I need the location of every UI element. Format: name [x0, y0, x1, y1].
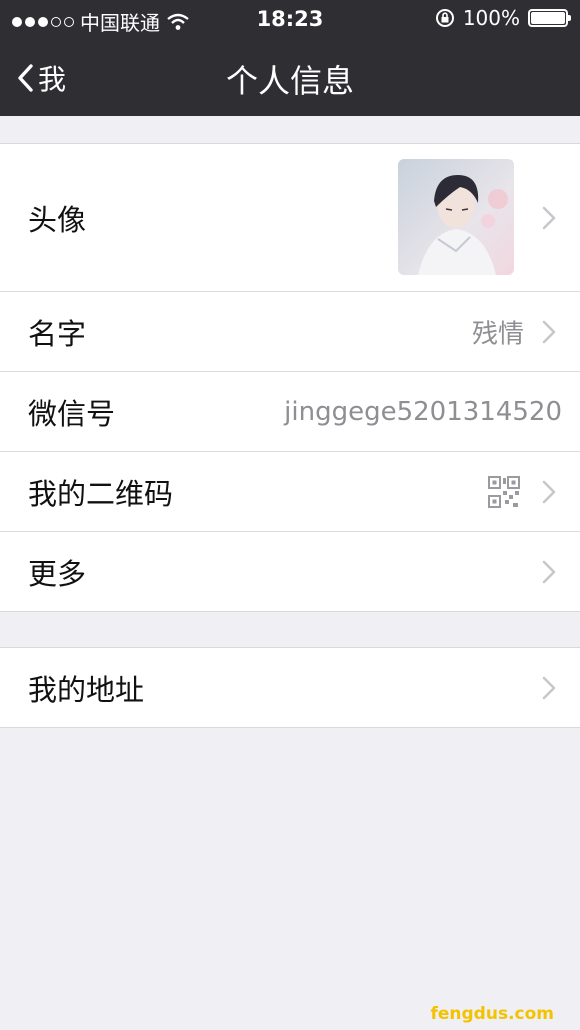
page-title: 个人信息: [225, 62, 354, 100]
battery-fill: [531, 12, 565, 24]
chevron-right-icon: [542, 480, 556, 503]
address-label: 我的地址: [28, 672, 145, 707]
qr-code-row[interactable]: 我的二维码: [0, 452, 580, 532]
watermark: fengdus.com: [430, 1004, 554, 1024]
wechat-id-label: 微信号: [28, 396, 116, 431]
avatar[interactable]: [398, 159, 514, 275]
avatar-row[interactable]: 头像: [0, 144, 580, 292]
wechat-id-row: 微信号 jinggege5201314520: [0, 372, 580, 452]
wechat-id-value: jinggege5201314520: [284, 396, 562, 427]
battery-icon: [528, 9, 571, 27]
name-row[interactable]: 名字 残情: [0, 292, 580, 372]
status-right: 100%: [435, 6, 571, 30]
chevron-right-icon: [542, 560, 556, 583]
name-label: 名字: [28, 316, 87, 351]
address-row[interactable]: 我的地址: [0, 648, 580, 727]
address-group: 我的地址: [0, 647, 580, 728]
status-bar: 中国联通 18:23 100%: [0, 0, 580, 38]
name-value: 残情: [471, 319, 524, 349]
qr-code-label: 我的二维码: [28, 476, 174, 511]
profile-group: 头像 名字 残情 微信号 jinggege5201314520 我的二维码 更多: [0, 143, 580, 612]
more-row[interactable]: 更多: [0, 532, 580, 611]
nav-bar: 我 个人信息: [0, 38, 580, 116]
more-label: 更多: [28, 556, 87, 591]
qr-code-icon: [488, 475, 520, 508]
chevron-right-icon: [542, 206, 556, 229]
avatar-label: 头像: [28, 202, 87, 237]
battery-percent: 100%: [462, 6, 520, 30]
top-bar: 中国联通 18:23 100% 我 个人信息: [0, 0, 580, 116]
orientation-lock-icon: [435, 9, 454, 27]
chevron-right-icon: [542, 320, 556, 343]
chevron-right-icon: [542, 676, 556, 699]
